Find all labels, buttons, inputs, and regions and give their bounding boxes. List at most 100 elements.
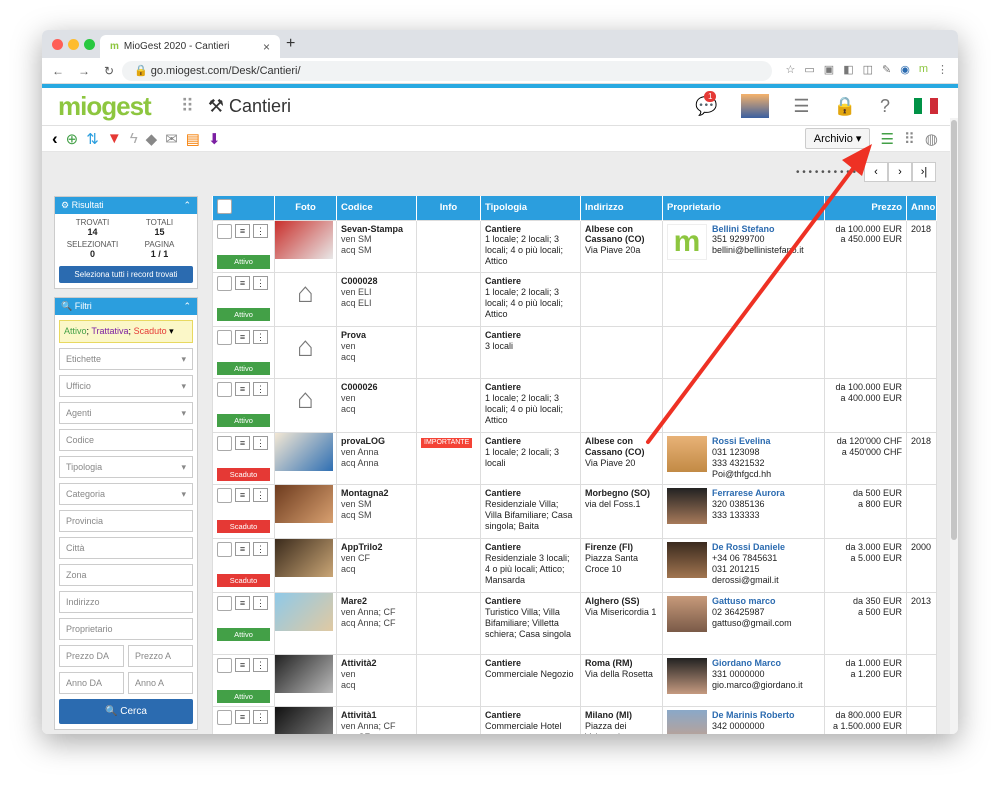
- email-icon[interactable]: ✉: [165, 130, 178, 148]
- header-proprietario[interactable]: Proprietario: [662, 196, 825, 220]
- owner-name-link[interactable]: Ferrarese Aurora: [712, 488, 785, 498]
- print-icon[interactable]: ▤: [186, 130, 200, 148]
- table-row[interactable]: ≡ ⋮ Attivo ⌂ Prova ven acq Cantiere 3 locali: [212, 325, 937, 379]
- menu-dots-icon[interactable]: ⋮: [937, 63, 948, 76]
- ufficio-select[interactable]: Ufficio ▾: [59, 375, 193, 397]
- reload-icon[interactable]: ↻: [104, 64, 114, 78]
- property-code[interactable]: C000026: [341, 382, 412, 393]
- property-code[interactable]: AppTrilo2: [341, 542, 412, 553]
- prezzo-da-input[interactable]: Prezzo DA: [59, 645, 124, 667]
- back-chevron-icon[interactable]: ‹: [52, 129, 58, 149]
- property-code[interactable]: C000028: [341, 276, 412, 287]
- property-code[interactable]: Attività2: [341, 658, 412, 669]
- extension-icon[interactable]: ▣: [824, 63, 834, 76]
- indirizzo-input[interactable]: Indirizzo: [59, 591, 193, 613]
- header-indirizzo[interactable]: Indirizzo: [580, 196, 663, 220]
- table-row[interactable]: ≡⋮Attività1ven Anna; CFacq CFCantiereCom…: [212, 705, 937, 734]
- more-icon[interactable]: ⋮: [253, 541, 268, 556]
- filter-icon[interactable]: ▼: [107, 130, 122, 147]
- property-photo[interactable]: [275, 220, 333, 259]
- bookmark-star-icon[interactable]: ☆: [786, 63, 796, 76]
- extension-icon[interactable]: ✎: [882, 63, 891, 76]
- bolt-icon[interactable]: ϟ: [130, 130, 138, 147]
- row-checkbox[interactable]: [217, 709, 232, 725]
- table-row[interactable]: ≡ ⋮ Scaduto AppTrilo2 ven CF acq Cantiere Resid…: [212, 537, 937, 593]
- url-field[interactable]: 🔒 go.miogest.com/Desk/Cantieri/: [122, 61, 772, 81]
- codice-input[interactable]: Codice: [59, 429, 193, 451]
- header-anno[interactable]: Anno: [906, 196, 937, 220]
- table-row[interactable]: ≡ ⋮ Attivo Mare2 ven Anna; CF acq Anna; CF Can…: [212, 591, 937, 655]
- extension-icon[interactable]: m: [919, 63, 928, 76]
- header-tipologia[interactable]: Tipologia: [480, 196, 581, 220]
- minimize-window-button[interactable]: [68, 39, 79, 50]
- property-code[interactable]: Sevan-Stampa: [341, 224, 412, 235]
- list-view-icon[interactable]: ☰: [880, 130, 893, 148]
- list-icon[interactable]: ≡: [235, 223, 250, 238]
- row-checkbox[interactable]: [217, 223, 232, 239]
- list-icon[interactable]: ≡: [235, 381, 250, 396]
- table-row[interactable]: ≡ ⋮ Scaduto provaLOG ven Anna acq Anna IMPORTA…: [212, 431, 937, 485]
- header-foto[interactable]: Foto: [274, 196, 337, 220]
- row-checkbox[interactable]: [217, 487, 232, 503]
- collapse-icon[interactable]: ⌃: [183, 301, 191, 312]
- scrollbar[interactable]: [950, 118, 958, 734]
- forward-arrow-icon[interactable]: →: [78, 64, 90, 78]
- property-code[interactable]: Montagna2: [341, 488, 412, 499]
- close-window-button[interactable]: [52, 39, 63, 50]
- italian-flag-icon[interactable]: [914, 98, 938, 114]
- property-photo[interactable]: [275, 592, 333, 631]
- grid-view-icon[interactable]: ⠿: [904, 130, 915, 148]
- sort-icon[interactable]: ⇅: [86, 130, 99, 148]
- row-checkbox[interactable]: [217, 435, 232, 451]
- list-icon[interactable]: ≡: [235, 435, 250, 450]
- categoria-select[interactable]: Categoria ▾: [59, 483, 193, 505]
- help-icon[interactable]: ?: [880, 96, 890, 117]
- list-icon[interactable]: ≡: [235, 487, 250, 502]
- lock-icon[interactable]: 🔒: [834, 96, 856, 117]
- apps-grid-icon[interactable]: ⠿: [181, 96, 194, 117]
- chat-icon[interactable]: 💬 1: [695, 90, 717, 117]
- list-icon[interactable]: ≡: [235, 657, 250, 672]
- table-row[interactable]: ≡ ⋮ Attivo Sevan-Stampa ven SM acq SM Cantiere…: [212, 219, 937, 273]
- archive-dropdown[interactable]: Archivio ▾: [804, 128, 871, 149]
- back-arrow-icon[interactable]: ←: [52, 64, 64, 78]
- tipologia-select[interactable]: Tipologia ▾: [59, 456, 193, 478]
- more-icon[interactable]: ⋮: [253, 223, 268, 238]
- zoom-window-button[interactable]: [84, 39, 95, 50]
- search-button[interactable]: 🔍 Cerca: [59, 699, 193, 724]
- anno-da-input[interactable]: Anno DA: [59, 672, 124, 694]
- property-photo[interactable]: [275, 432, 333, 471]
- property-photo[interactable]: [275, 706, 333, 734]
- row-checkbox[interactable]: [217, 541, 232, 557]
- header-prezzo[interactable]: Prezzo: [824, 196, 907, 220]
- zona-input[interactable]: Zona: [59, 564, 193, 586]
- proprietario-input[interactable]: Proprietario: [59, 618, 193, 640]
- property-code[interactable]: Prova: [341, 330, 412, 341]
- table-row[interactable]: ≡ ⋮ Attivo ⌂ C000026 ven acq Cantiere 1 locale; …: [212, 377, 937, 433]
- owner-name-link[interactable]: Giordano Marco: [712, 658, 781, 668]
- add-icon[interactable]: ⊕: [66, 130, 79, 148]
- row-checkbox[interactable]: [217, 381, 232, 397]
- row-checkbox[interactable]: [217, 275, 232, 291]
- prev-page-button[interactable]: ‹: [864, 162, 888, 182]
- property-photo[interactable]: [275, 484, 333, 523]
- last-page-button[interactable]: ›|: [912, 162, 936, 182]
- globe-icon[interactable]: ◍: [925, 130, 938, 148]
- new-tab-icon[interactable]: +: [286, 35, 295, 53]
- tag-icon[interactable]: ◆: [146, 130, 158, 148]
- property-code[interactable]: Attività1: [341, 710, 412, 721]
- status-filter[interactable]: Attivo; Trattativa; Scaduto ▾: [59, 320, 193, 343]
- more-icon[interactable]: ⋮: [253, 435, 268, 450]
- property-code[interactable]: provaLOG: [341, 436, 412, 447]
- property-code[interactable]: Mare2: [341, 596, 412, 607]
- more-icon[interactable]: ⋮: [253, 657, 268, 672]
- logo[interactable]: miogest: [58, 91, 152, 122]
- agenti-select[interactable]: Agenti ▾: [59, 402, 193, 424]
- more-icon[interactable]: ⋮: [253, 709, 268, 724]
- list-icon[interactable]: ≡: [235, 329, 250, 344]
- anno-a-input[interactable]: Anno A: [128, 672, 193, 694]
- collapse-icon[interactable]: ⌃: [183, 200, 191, 211]
- row-checkbox[interactable]: [217, 657, 232, 673]
- more-icon[interactable]: ⋮: [253, 487, 268, 502]
- select-all-button[interactable]: Seleziona tutti i record trovati: [59, 266, 193, 283]
